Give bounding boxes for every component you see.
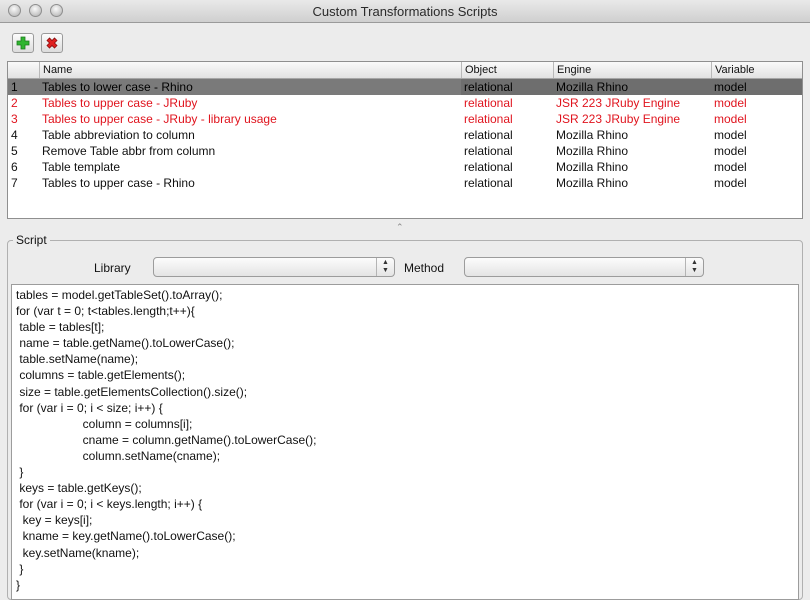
cell-name: Table template	[42, 160, 121, 174]
cell-object: relational	[464, 96, 513, 110]
method-select[interactable]: ▲ ▼	[464, 257, 704, 277]
column-header-object[interactable]: Object	[461, 62, 553, 78]
add-script-button[interactable]	[12, 33, 34, 53]
table-header: Name Object Engine Variable	[8, 62, 802, 79]
script-group-label: Script	[13, 233, 50, 247]
plus-icon	[16, 36, 30, 50]
cell-object: relational	[464, 112, 513, 126]
cell-index: 5	[11, 144, 18, 158]
up-down-arrows-icon: ▲ ▼	[685, 258, 703, 276]
cell-name: Tables to upper case - JRuby - library u…	[42, 112, 277, 126]
title-bar: Custom Transformations Scripts	[0, 0, 810, 23]
cell-engine: JSR 223 JRuby Engine	[556, 112, 681, 126]
table-row[interactable]: 1 Tables to lower case - Rhino relational M…	[8, 79, 802, 95]
cell-object: relational	[464, 80, 513, 94]
cell-variable: model	[714, 96, 747, 110]
cell-variable: model	[714, 144, 747, 158]
cell-name: Table abbreviation to column	[42, 128, 195, 142]
cell-name: Tables to upper case - JRuby	[42, 96, 198, 110]
cell-engine: Mozilla Rhino	[556, 128, 629, 142]
column-header-variable[interactable]: Variable	[711, 62, 802, 78]
cell-engine: Mozilla Rhino	[556, 176, 629, 190]
table-row[interactable]: 3 Tables to upper case - JRuby - library …	[8, 111, 802, 127]
cell-variable: model	[714, 112, 747, 126]
cell-object: relational	[464, 176, 513, 190]
cell-object: relational	[464, 144, 513, 158]
cell-variable: model	[714, 80, 747, 94]
cell-engine: Mozilla Rhino	[556, 144, 629, 158]
library-label: Library	[94, 261, 131, 275]
up-down-arrows-icon: ▲ ▼	[376, 258, 394, 276]
scripts-table[interactable]: Name Object Engine Variable 1 Tables to l…	[7, 61, 803, 219]
cell-name: Remove Table abbr from column	[42, 144, 216, 158]
window-title: Custom Transformations Scripts	[312, 4, 498, 19]
cell-index: 3	[11, 112, 18, 126]
cell-index: 1	[8, 79, 39, 95]
library-select[interactable]: ▲ ▼	[153, 257, 395, 277]
method-label: Method	[404, 261, 445, 275]
cell-name: Tables to lower case - Rhino	[39, 79, 461, 95]
delete-script-button[interactable]	[41, 33, 63, 53]
cell-engine: Mozilla Rhino	[556, 80, 629, 94]
cell-object: relational	[464, 160, 513, 174]
cell-variable: model	[714, 128, 747, 142]
cell-object: relational	[464, 128, 513, 142]
table-row[interactable]: 5 Remove Table abbr from column relational…	[8, 143, 802, 159]
script-editor[interactable]: tables = model.getTableSet().toArray(); …	[11, 284, 799, 600]
column-header-name[interactable]: Name	[39, 62, 461, 78]
x-icon	[46, 37, 58, 49]
cell-index: 7	[11, 176, 18, 190]
script-code[interactable]: tables = model.getTableSet().toArray(); …	[16, 287, 316, 593]
split-pane-divider[interactable]: ⌃	[396, 222, 404, 233]
cell-variable: model	[714, 176, 747, 190]
cell-engine: Mozilla Rhino	[556, 160, 629, 174]
column-header-engine[interactable]: Engine	[553, 62, 711, 78]
cell-index: 6	[11, 160, 18, 174]
column-header-index[interactable]	[8, 62, 39, 78]
cell-index: 2	[11, 96, 18, 110]
table-row[interactable]: 6 Table template relational Mozilla Rhino mo…	[8, 159, 802, 175]
table-row[interactable]: 2 Tables to upper case - JRuby relational J…	[8, 95, 802, 111]
cell-engine: JSR 223 JRuby Engine	[556, 96, 681, 110]
table-row[interactable]: 4 Table abbreviation to column relational M…	[8, 127, 802, 143]
table-row[interactable]: 7 Tables to upper case - Rhino relational M…	[8, 175, 802, 191]
cell-index: 4	[11, 128, 18, 142]
cell-variable: model	[714, 160, 747, 174]
cell-name: Tables to upper case - Rhino	[42, 176, 195, 190]
